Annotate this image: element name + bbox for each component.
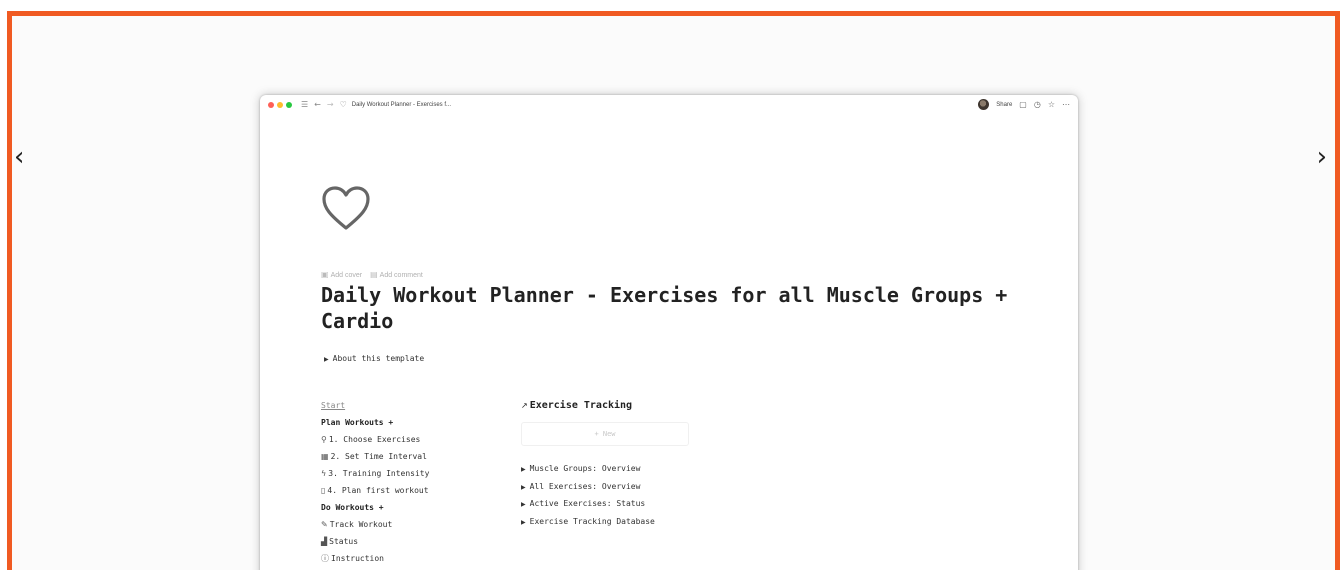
toggle-triangle-icon: ▶ <box>521 483 526 491</box>
toggle-triangle-icon: ▶ <box>521 518 526 526</box>
breadcrumb-title[interactable]: Daily Workout Planner - Exercises f... <box>352 102 451 108</box>
maximize-window-button[interactable] <box>286 101 292 108</box>
start-link[interactable]: Start <box>321 397 429 414</box>
carousel-next-button[interactable]: › <box>1317 144 1327 170</box>
about-template-toggle[interactable]: ▶ About this template <box>324 354 424 363</box>
toggle-muscle-groups-overview[interactable]: ▶ Muscle Groups: Overview <box>521 460 689 478</box>
exercise-tracking-link[interactable]: ↗ Exercise Tracking <box>521 400 689 411</box>
toggle-list: ▶ Muscle Groups: Overview ▶ All Exercises:… <box>521 460 689 530</box>
image-icon: ▣ <box>321 270 329 279</box>
nav-plan-first-workout[interactable]: ▯ 4. Plan first workout <box>321 482 429 499</box>
comment-icon[interactable]: ▢ <box>1019 100 1027 109</box>
heart-page-icon[interactable] <box>318 181 374 237</box>
carousel-frame: ‹ › ☰ ← → ♡ Daily Workout Planner - Exer… <box>7 11 1340 570</box>
nav-choose-exercises[interactable]: ⚲ 1. Choose Exercises <box>321 431 429 448</box>
share-button[interactable]: Share <box>996 102 1012 108</box>
back-arrow-icon[interactable]: ← <box>314 100 321 109</box>
magnifier-icon: ⚲ <box>321 435 327 444</box>
nav-set-time-interval[interactable]: ▦ 2. Set Time Interval <box>321 448 429 465</box>
titlebar-actions: Share ▢ ◷ ☆ ⋯ <box>978 99 1070 110</box>
right-column: ↗ Exercise Tracking + New ▶ Muscle Groups:… <box>521 400 689 530</box>
minimize-window-button[interactable] <box>277 101 283 108</box>
calendar-icon: ▦ <box>321 452 329 461</box>
more-icon[interactable]: ⋯ <box>1062 100 1070 109</box>
window-titlebar: ☰ ← → ♡ Daily Workout Planner - Exercise… <box>260 95 1078 114</box>
page-content: ▣ Add cover ▤ Add comment Daily Workout Pl… <box>260 114 1078 570</box>
linked-arrow-icon: ↗ <box>521 401 528 410</box>
toggle-triangle-icon: ▶ <box>521 466 526 473</box>
nav-training-intensity[interactable]: ϟ 3. Training Intensity <box>321 465 429 482</box>
sidebar-icon[interactable]: ☰ <box>301 100 308 109</box>
plan-workouts-heading: Plan Workouts + <box>321 418 394 427</box>
forward-arrow-icon[interactable]: → <box>327 100 334 109</box>
do-workouts-heading: Do Workouts + <box>321 503 384 512</box>
history-icon[interactable]: ◷ <box>1034 100 1041 109</box>
document-icon: ▯ <box>321 486 326 495</box>
carousel-prev-button[interactable]: ‹ <box>14 144 24 170</box>
chart-icon: ▟ <box>321 537 328 546</box>
nav-instruction[interactable]: ⓘ Instruction <box>321 550 429 567</box>
close-window-button[interactable] <box>268 101 274 108</box>
pencil-icon: ✎ <box>321 520 328 529</box>
toggle-active-exercises-status[interactable]: ▶ Active Exercises: Status <box>521 495 689 513</box>
toggle-all-exercises-overview[interactable]: ▶ All Exercises: Overview <box>521 478 689 496</box>
lightning-icon: ϟ <box>321 469 327 478</box>
app-window-screenshot: ☰ ← → ♡ Daily Workout Planner - Exercise… <box>260 95 1078 570</box>
add-comment-button[interactable]: ▤ Add comment <box>370 270 423 279</box>
toggle-triangle-icon: ▶ <box>521 501 526 508</box>
toggle-exercise-tracking-database[interactable]: ▶ Exercise Tracking Database <box>521 513 689 531</box>
info-icon: ⓘ <box>321 554 329 563</box>
left-navigation-column: Start Plan Workouts + ⚲ 1. Choose Exercis… <box>321 397 429 567</box>
page-meta-actions: ▣ Add cover ▤ Add comment <box>321 270 423 279</box>
toggle-triangle-icon: ▶ <box>324 356 329 363</box>
add-cover-button[interactable]: ▣ Add cover <box>321 270 362 279</box>
heart-icon: ♡ <box>339 100 347 109</box>
page-title[interactable]: Daily Workout Planner - Exercises for al… <box>321 282 1041 334</box>
nav-status[interactable]: ▟ Status <box>321 533 429 550</box>
nav-track-workout[interactable]: ✎ Track Workout <box>321 516 429 533</box>
star-icon[interactable]: ☆ <box>1048 100 1055 109</box>
avatar[interactable] <box>978 99 990 110</box>
new-entry-button[interactable]: + New <box>521 422 689 446</box>
comment-icon: ▤ <box>370 270 378 279</box>
